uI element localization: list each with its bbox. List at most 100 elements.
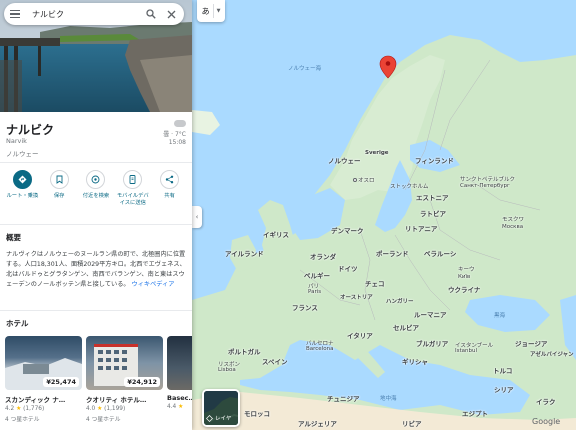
divider <box>0 310 192 311</box>
weather-time: 15:08 <box>168 139 186 146</box>
place-title: ナルビク <box>6 123 55 137</box>
share-icon <box>160 170 180 189</box>
nearby-button[interactable]: 付近を検索 <box>79 170 113 207</box>
map-label-azerbaijan: アゼルバイジャン <box>530 352 574 358</box>
hotel-image: ¥24,912 <box>86 336 163 390</box>
layers-label-text: レイヤ <box>215 416 232 422</box>
map-label-egypt: エジプト <box>462 410 488 418</box>
map-label-portugal: ポルトガル <box>228 348 261 356</box>
nearby-label: 付近を検索 <box>82 193 110 199</box>
map-label-spain: スペイン <box>262 358 288 366</box>
search-icon[interactable] <box>144 7 158 21</box>
map-label-ukraine: ウクライナ <box>448 286 481 294</box>
map-label-paris-fr: Paris <box>308 289 322 295</box>
map-label-estonia: エストニア <box>416 194 449 202</box>
map-label-mediterranean: 地中海 <box>380 396 397 402</box>
divider <box>0 162 192 163</box>
map-label-austria: オーストリア <box>340 295 373 301</box>
map-label-turkey: トルコ <box>493 367 513 375</box>
hotel-rating: 4.4 ★ <box>167 404 192 410</box>
weather-temp: 曇 · 7°C <box>163 131 186 138</box>
divider <box>0 224 192 225</box>
layers-label: レイヤ <box>206 414 231 422</box>
map-label-algeria: アルジェリア <box>298 420 337 428</box>
map-label-istanbul-tr: Istanbul <box>455 348 478 354</box>
layers-icon <box>206 414 213 422</box>
hotel-list: ¥25,474 スカンディック ナ… 4.2 ★ (1,776) 4 つ星ホテル… <box>5 336 192 423</box>
map-label-oslo: オスロ <box>358 178 375 184</box>
map-label-morocco: モロッコ <box>244 410 270 418</box>
map-label-kyiv: キーウ <box>458 267 475 273</box>
overview-text: ナルヴィクはノルウェーのヌールラン県の町で、北極圏内に位置する。人口18,301… <box>6 250 186 290</box>
ime-separator <box>212 4 214 18</box>
map-label-moscow-ru: Москва <box>502 224 524 230</box>
map-label-denmark: デンマーク <box>331 227 364 235</box>
send-to-phone-button[interactable]: モバイルデバイスに送信 <box>116 170 150 207</box>
map-city-dot-oslo <box>353 178 357 182</box>
map-label-italy: イタリア <box>347 332 373 340</box>
hotel-card[interactable]: ¥25,474 スカンディック ナ… 4.2 ★ (1,776) 4 つ星ホテル <box>5 336 82 423</box>
map-label-czech: チェコ <box>365 280 385 288</box>
map-label-iraq: イラク <box>536 398 556 406</box>
hamburger-menu-icon[interactable] <box>10 7 24 21</box>
directions-button[interactable]: ルート・乗換 <box>5 170 39 207</box>
share-button[interactable]: 共有 <box>153 170 187 207</box>
cloud-icon <box>174 120 186 127</box>
weather-widget: 曇 · 7°C 15:08 <box>150 120 186 147</box>
caret-down-icon: ▼ <box>216 8 221 14</box>
save-button[interactable]: 保存 <box>42 170 76 207</box>
send-to-phone-icon <box>123 170 143 189</box>
chevron-left-icon: ‹ <box>195 213 199 221</box>
star-icon: ★ <box>97 406 103 412</box>
search-input[interactable] <box>32 9 138 19</box>
share-label: 共有 <box>164 193 175 199</box>
map-label-netherlands: オランダ <box>310 253 336 261</box>
google-logo: Google <box>532 417 561 426</box>
map-label-bulgaria: ブルガリア <box>416 340 449 348</box>
map-label-latvia: ラトビア <box>420 210 446 218</box>
map-label-serbia: セルビア <box>393 324 419 332</box>
hotel-review-count: (1,199) <box>104 406 126 412</box>
map-label-finland: フィンランド <box>415 157 454 165</box>
hotel-name: クオリティ ホテル… <box>86 396 147 404</box>
map-label-moscow: モスクワ <box>502 217 525 223</box>
overview-heading: 概要 <box>6 233 21 242</box>
hotel-price: ¥24,912 <box>124 377 160 387</box>
save-label: 保存 <box>53 193 65 199</box>
map-label-stpetersburg-ru: Санкт-Петербург <box>460 183 510 189</box>
star-icon: ★ <box>178 404 184 410</box>
directions-icon <box>12 170 32 189</box>
hotel-name: スカンディック ナ… <box>5 396 66 404</box>
hotel-card[interactable]: Basec… 4.4 ★ <box>167 336 192 423</box>
map-label-lisbon-pt: Lisboa <box>218 367 236 373</box>
map-label-lithuania: リトアニア <box>405 225 438 233</box>
map-label-georgia: ジョージア <box>515 340 548 348</box>
wikipedia-link[interactable]: ウィキペディア <box>132 281 175 288</box>
close-icon[interactable] <box>164 7 178 21</box>
map-label-kyiv-ua: Київ <box>458 274 471 280</box>
star-icon: ★ <box>16 406 22 412</box>
hotel-rating-value: 4.0 <box>86 406 96 412</box>
map-label-poland: ポーランド <box>376 250 409 258</box>
map-label-syria: シリア <box>494 386 514 394</box>
hotel-class: 4 つ星ホテル <box>86 417 121 423</box>
map-label-france: フランス <box>292 304 318 312</box>
map-label-norwegian-sea: ノルウェー海 <box>288 66 322 72</box>
map-label-uk: イギリス <box>263 231 289 239</box>
hotel-card[interactable]: ¥24,912 クオリティ ホテル… 4.0 ★ (1,199) 4 つ星ホテル <box>86 336 163 423</box>
hotel-rating-value: 4.4 <box>167 404 177 410</box>
layers-button[interactable]: レイヤ <box>202 389 240 427</box>
map-label-romania: ルーマニア <box>414 311 447 319</box>
directions-label: ルート・乗換 <box>6 193 39 199</box>
map-label-stockholm: ストックホルム <box>390 184 429 190</box>
map-label-belarus: ベラルーシ <box>424 250 457 258</box>
map-label-hungary: ハンガリー <box>386 299 414 305</box>
ime-label: あ <box>201 6 210 16</box>
ime-toggle-button[interactable]: あ ▼ <box>197 0 225 22</box>
hotel-rating: 4.2 ★ (1,776) <box>5 406 82 412</box>
send-to-phone-label: モバイルデバイスに送信 <box>116 193 149 206</box>
map-label-stpetersburg: サンクトペテルブルク <box>460 177 516 183</box>
bookmark-icon <box>49 170 69 189</box>
collapse-panel-button[interactable]: ‹ <box>192 206 202 228</box>
map-label-germany: ドイツ <box>338 265 358 273</box>
